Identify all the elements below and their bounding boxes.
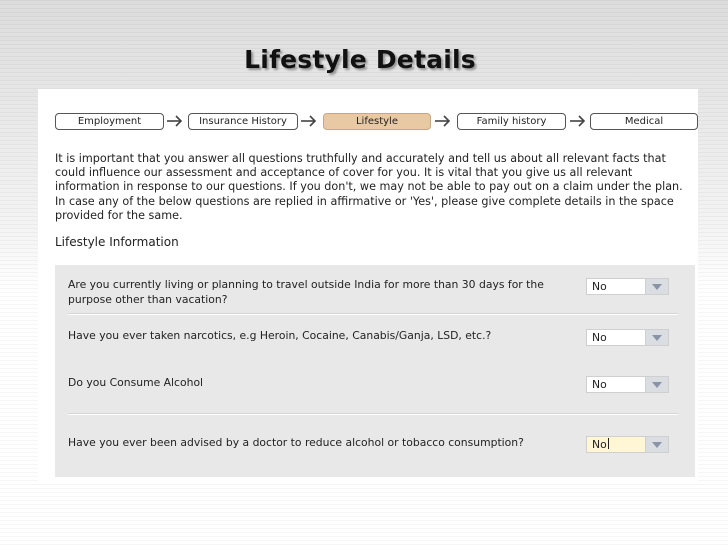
step-label: Medical [624, 116, 664, 127]
intro-text: It is important that you answer all ques… [55, 152, 683, 222]
progress-steps: Employment Insurance History Lifestyle F… [55, 113, 698, 133]
triangle-down-icon [652, 335, 662, 341]
dropdown-button[interactable] [645, 377, 668, 392]
answer-select-narcotics[interactable]: No [586, 329, 669, 346]
step-lifestyle[interactable]: Lifestyle [323, 113, 431, 130]
row-divider [68, 313, 678, 315]
answer-select-alcohol[interactable]: No [586, 376, 669, 393]
step-medical[interactable]: Medical [590, 113, 698, 130]
triangle-down-icon [652, 442, 662, 448]
section-title: Lifestyle Information [55, 235, 179, 249]
select-value-text: No [592, 438, 607, 451]
step-label: Insurance History [199, 116, 287, 127]
step-family-history[interactable]: Family history [457, 113, 566, 130]
step-label: Family history [476, 116, 547, 127]
dropdown-button[interactable] [645, 279, 668, 294]
triangle-down-icon [652, 284, 662, 290]
question-narcotics: Have you ever taken narcotics, e.g Heroi… [68, 329, 492, 342]
form-screenshot: Employment Insurance History Lifestyle F… [38, 89, 698, 481]
answer-select-travel[interactable]: No [586, 278, 669, 295]
text-cursor [607, 438, 609, 449]
select-value: No [592, 378, 607, 391]
step-insurance-history[interactable]: Insurance History [188, 113, 298, 130]
row-divider [68, 413, 678, 415]
dropdown-button[interactable] [645, 437, 668, 452]
arrow-right-icon [569, 113, 587, 129]
question-alcohol: Do you Consume Alcohol [68, 376, 204, 389]
slide-title: Lifestyle Details [244, 44, 476, 74]
arrow-right-icon [166, 113, 184, 129]
step-label: Employment [77, 116, 142, 127]
question-travel-abroad: Are you currently living or planning to … [68, 278, 544, 306]
answer-select-doctor-advice[interactable]: No [586, 436, 669, 453]
questions-panel: Are you currently living or planning to … [55, 265, 695, 477]
question-doctor-advice: Have you ever been advised by a doctor t… [68, 436, 524, 449]
select-value: No [592, 437, 609, 452]
step-employment[interactable]: Employment [55, 113, 164, 130]
step-label: Lifestyle [355, 116, 398, 127]
arrow-right-icon [434, 113, 452, 129]
dropdown-button[interactable] [645, 330, 668, 345]
arrow-right-icon [300, 113, 318, 129]
select-value: No [592, 331, 607, 344]
triangle-down-icon [652, 382, 662, 388]
select-value: No [592, 280, 607, 293]
